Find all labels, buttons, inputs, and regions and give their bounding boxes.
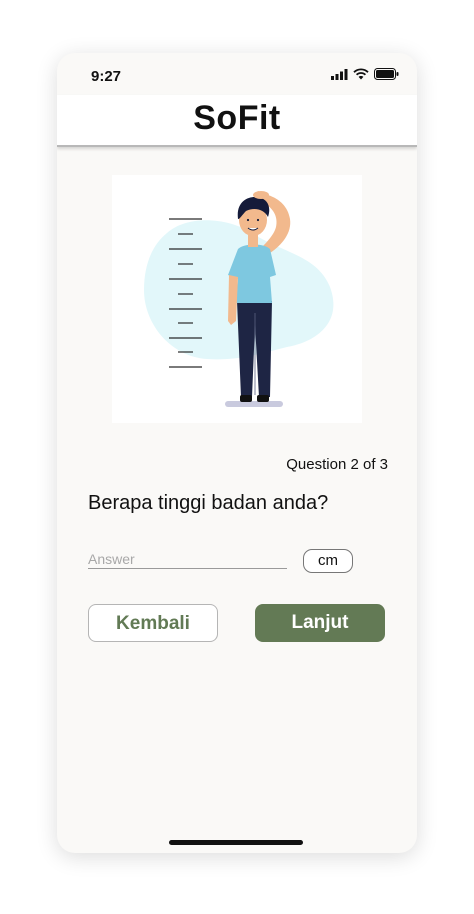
battery-icon: [374, 68, 399, 80]
app-title: SoFit: [193, 99, 281, 137]
phone-frame: 9:27 SoFit Question 2 of 3 Berapa tinggi…: [57, 53, 417, 853]
answer-input[interactable]: [88, 550, 287, 569]
status-time: 9:27: [91, 68, 122, 85]
unit-badge[interactable]: cm: [303, 549, 353, 573]
wifi-icon: [353, 68, 369, 80]
status-icons: [331, 68, 399, 80]
question-text: Berapa tinggi badan anda?: [88, 492, 329, 514]
status-bar: 9:27: [57, 53, 417, 95]
next-button[interactable]: Lanjut: [255, 604, 385, 642]
back-button[interactable]: Kembali: [88, 604, 218, 642]
home-indicator[interactable]: [169, 840, 303, 845]
app-header: SoFit: [57, 95, 417, 147]
question-progress: Question 2 of 3: [286, 456, 388, 473]
signal-icon: [331, 68, 348, 80]
height-measure-illustration: [112, 175, 362, 423]
